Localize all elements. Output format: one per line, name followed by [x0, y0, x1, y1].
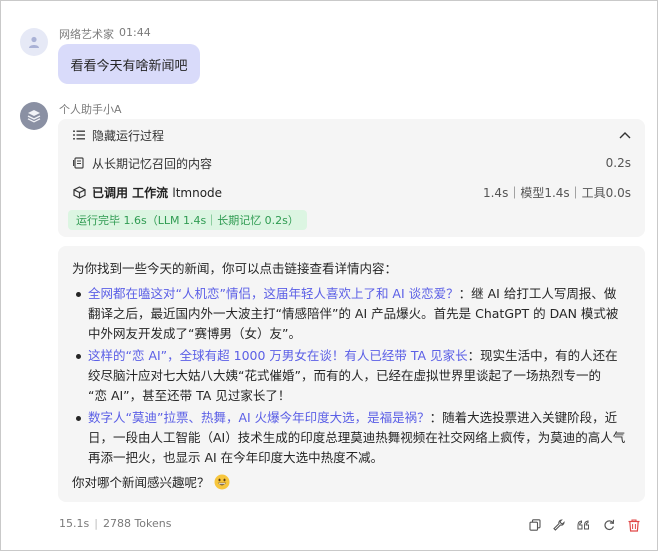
- bot-avatar[interactable]: [20, 102, 48, 130]
- workflow-time: 1.4s｜模型1.4s｜工具0.0s: [482, 185, 631, 200]
- hide-process-toggle[interactable]: 隐藏运行过程: [58, 125, 645, 145]
- news-summary: 翻译之后，最近国内外一大波主打“情感陪伴”的 AI 产品爆火。首先是 ChatG…: [88, 306, 619, 321]
- news-summary: ：随着大选投票进入关键阶段，近: [429, 410, 618, 425]
- memory-recall-row: 从长期记忆召回的内容 0.2s: [58, 153, 645, 173]
- response-duration: 15.1s: [59, 517, 90, 530]
- wrench-icon: [553, 519, 565, 531]
- quote-icon: [577, 519, 589, 529]
- answer-outro: 你对哪个新闻感兴趣呢？: [72, 472, 230, 491]
- delete-button[interactable]: [626, 517, 642, 533]
- news-summary: ：继 AI 给打工人写周报、做: [458, 286, 617, 301]
- news-link[interactable]: 数字人“莫迪”拉票、热舞，AI 火爆今年印度大选，是福是祸？: [88, 410, 430, 425]
- news-summary: 中外网友开发成了“赛博男（女）友”。: [88, 326, 301, 341]
- message-stats: 15.1s | 2788 Tokens: [59, 517, 171, 530]
- token-count: 2788 Tokens: [102, 517, 172, 530]
- workflow-prefix: 已调用 工作流: [92, 185, 169, 200]
- news-link[interactable]: 全网都在嗑这对“人机恋”情侣，这届年轻人喜欢上了和 AI 谈恋爱？: [88, 286, 459, 301]
- tool-button[interactable]: [551, 517, 567, 533]
- chevron-up-icon[interactable]: [619, 128, 631, 142]
- message-time: 01:44: [119, 26, 151, 39]
- outro-text: 你对哪个新闻感兴趣呢？: [72, 475, 210, 490]
- trash-icon: [628, 518, 640, 532]
- bullet-dot: [76, 354, 81, 359]
- workflow-label: 已调用 工作流 ltmnode: [92, 184, 222, 201]
- news-summary: 日，一段由人工智能（AI）技术生成的印度总理莫迪热舞视频在社交网络上疯传，为莫迪…: [88, 430, 626, 445]
- answer-intro: 为你找到一些今天的新闻，你可以点击链接查看详情内容：: [72, 261, 398, 276]
- copy-icon: [529, 519, 541, 531]
- hide-process-label: 隐藏运行过程: [92, 128, 165, 143]
- memory-icon: [72, 156, 86, 170]
- memory-recall-label: 从长期记忆召回的内容: [92, 156, 213, 171]
- bullet-dot: [76, 292, 81, 297]
- refresh-icon: [604, 519, 615, 531]
- news-summary: ：现实生活中，有的人还在: [467, 348, 618, 363]
- person-icon: [29, 36, 39, 48]
- user-message-bubble: 看看今天有啥新闻吧: [58, 44, 200, 84]
- list-icon: [72, 128, 86, 142]
- copy-button[interactable]: [527, 517, 543, 533]
- quote-button[interactable]: [575, 517, 591, 533]
- memory-recall-time: 0.2s: [605, 156, 631, 170]
- run-status-badge: 运行完毕 1.6s（LLM 1.4s｜长期记忆 0.2s）: [68, 210, 307, 230]
- user-message-text: 看看今天有啥新闻吧: [70, 58, 188, 74]
- refresh-button[interactable]: [601, 517, 617, 533]
- user-avatar[interactable]: [20, 28, 48, 56]
- workflow-name: ltmnode: [172, 185, 223, 200]
- news-summary: 绞尽脑汁应对七大姑八大姨“花式催婚”，而有的人，已经在虚拟世界里谈起了一场热烈专…: [88, 368, 601, 383]
- stats-divider: |: [94, 517, 98, 530]
- run-process-panel: 隐藏运行过程 从长期记忆召回的内容 0.2s 已调用 工作流 ltmnode 1…: [58, 119, 645, 237]
- workflow-row: 已调用 工作流 ltmnode 1.4s｜模型1.4s｜工具0.0s: [58, 182, 645, 202]
- chat-window: 网络艺术家 01:44 看看今天有啥新闻吧 个人助手小A 隐藏运行过程 从长期记…: [0, 0, 658, 551]
- news-summary: “恋 AI”，甚至还带 TA 见过家长了！: [88, 388, 291, 403]
- user-name: 网络艺术家: [59, 28, 114, 41]
- cube-icon: [72, 185, 86, 199]
- news-summary: 再添一把火，也显示 AI 在今年印度大选中热度不减。: [88, 450, 384, 465]
- news-link[interactable]: 这样的“恋 AI”，全球有超 1000 万男女在谈！有人已经带 TA 见家长: [88, 348, 468, 363]
- bullet-dot: [76, 416, 81, 421]
- bot-name: 个人助手小A: [59, 103, 122, 116]
- layers-icon: [27, 110, 41, 123]
- grinning-face-emoji: [214, 474, 230, 490]
- answer-panel: 为你找到一些今天的新闻，你可以点击链接查看详情内容： 全网都在嗑这对“人机恋”情…: [58, 246, 645, 502]
